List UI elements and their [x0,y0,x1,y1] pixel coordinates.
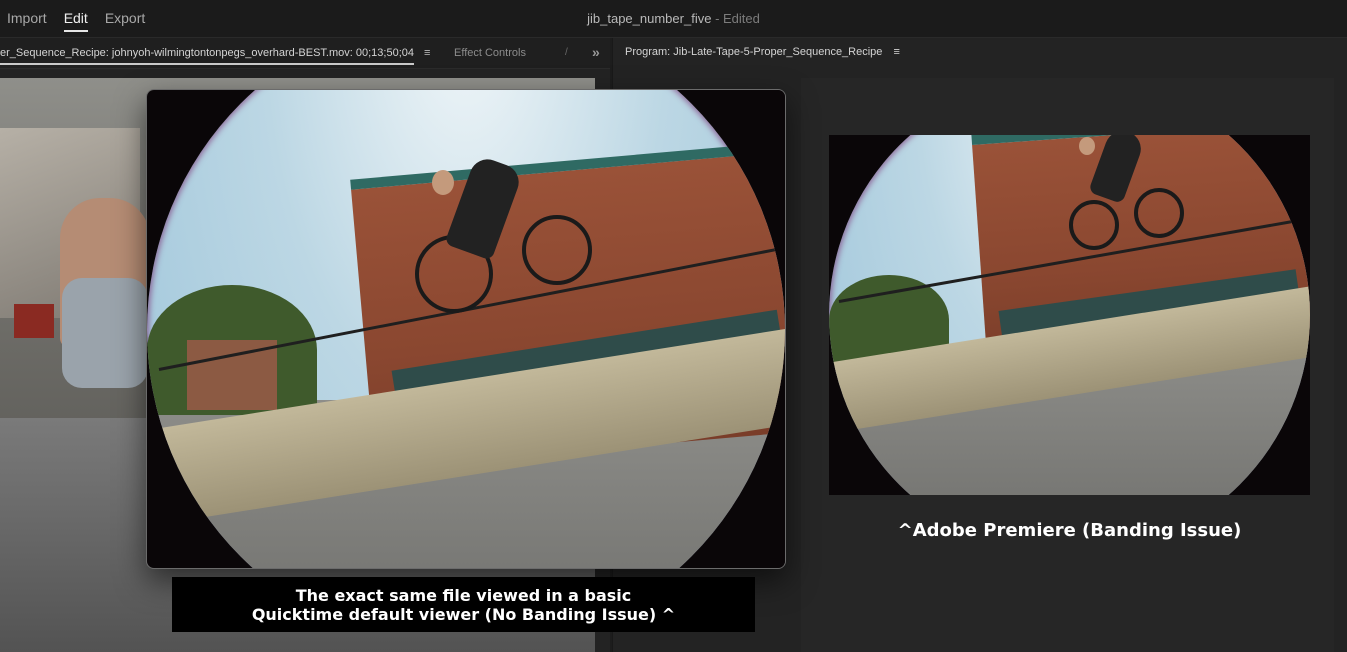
bike-rear-wheel [1069,200,1119,250]
fisheye-disc [829,135,1310,495]
source-tab-bar: er_Sequence_Recipe: johnyoh-wilmingtonto… [0,38,610,69]
rider-head [1079,137,1095,155]
premiere-caption: ^Adobe Premiere (Banding Issue) [897,520,1242,541]
quicktime-caption: The exact same file viewed in a basic Qu… [172,577,755,632]
premiere-program-frame [829,135,1310,495]
tab-more-indicator: / [565,47,568,58]
program-tab-label: Program: Jib-Late-Tape-5-Proper_Sequence… [625,46,883,58]
quicktime-video-image [147,90,785,568]
tab-effect-controls[interactable]: Effect Controls [454,38,526,68]
source-person-shirt [62,278,148,388]
quicktime-caption-line1: The exact same file viewed in a basic [295,585,632,605]
tab-source-clip[interactable]: er_Sequence_Recipe: johnyoh-wilmingtonto… [0,38,414,68]
tab-program[interactable]: Program: Jib-Late-Tape-5-Proper_Sequence… [625,38,900,66]
source-panel-menu-icon[interactable]: ≡ [424,38,430,68]
panel-overflow-icon[interactable]: » [592,38,600,66]
program-panel-menu-icon[interactable]: ≡ [893,46,899,58]
source-red-sign [14,304,54,338]
quicktime-viewer-window[interactable] [146,89,786,569]
rider-head [432,170,454,195]
document-name: jib_tape_number_five [587,11,712,26]
premiere-video-image [829,135,1310,495]
fisheye-disc [147,90,785,568]
quicktime-caption-line2: Quicktime default viewer (No Banding Iss… [251,604,676,624]
top-bar: Import Edit Export jib_tape_number_five … [0,0,1347,38]
bike-front-wheel [522,215,592,285]
document-title: jib_tape_number_five - Edited [0,0,1347,37]
bike-front-wheel [1134,188,1184,238]
document-status: - Edited [715,11,760,26]
